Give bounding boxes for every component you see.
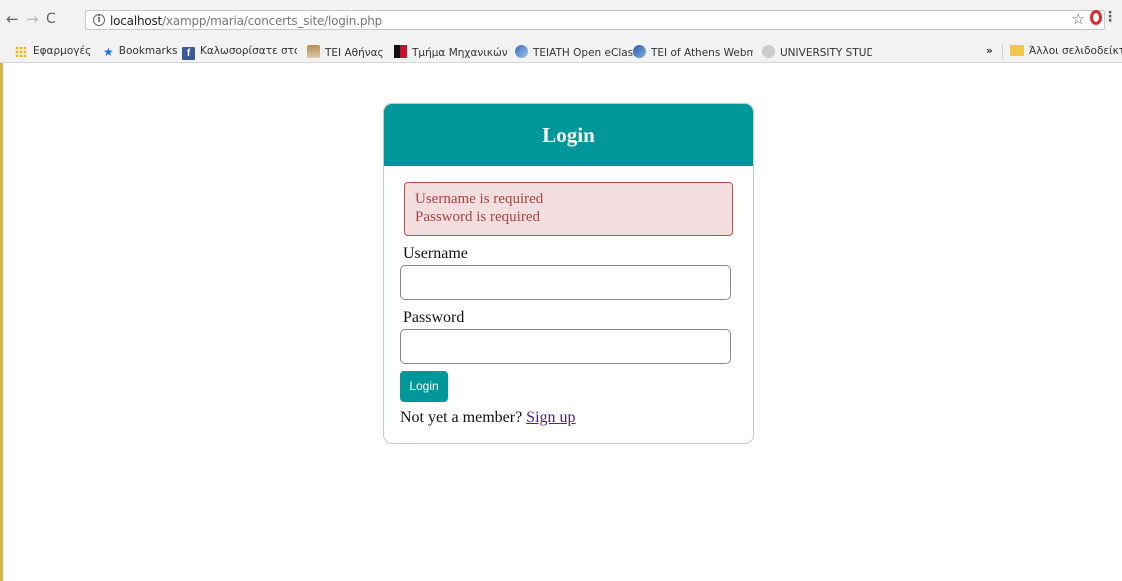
browser-menu-icon[interactable]: ⋮ (1103, 9, 1117, 25)
site-info-icon[interactable]: i (93, 14, 105, 26)
bookmarks-divider (1002, 44, 1003, 59)
bookmark-university[interactable]: UNIVERSITY STUDEN (762, 45, 872, 59)
bookmark-label: Άλλοι σελιδοδείκτες (1029, 45, 1122, 57)
more-bookmarks-chevron-icon[interactable]: » (986, 45, 993, 57)
error-username-required: Username is required (415, 191, 544, 207)
bookmarks-bar: Εφαρμογές ★ Bookmarks f Καλωσορίσατε στο T… (0, 40, 1122, 63)
signup-link[interactable]: Sign up (526, 409, 575, 426)
window-left-edge (0, 63, 3, 581)
facebook-icon: f (182, 47, 195, 60)
error-message-box: Username is required Password is require… (404, 182, 733, 236)
bookmark-apps[interactable]: Εφαρμογές (33, 45, 91, 57)
apps-grid-icon[interactable] (15, 46, 26, 57)
error-password-required: Password is required (415, 209, 540, 225)
university-icon (762, 45, 775, 58)
username-label: Username (403, 245, 468, 262)
signup-prompt: Not yet a member? Sign up (400, 409, 576, 427)
department-flag-icon (394, 45, 407, 58)
login-card: Login Username is required Password is r… (383, 103, 754, 444)
tei-logo-icon (307, 45, 320, 58)
bookmark-star-icon[interactable]: ☆ (1072, 10, 1085, 28)
login-title: Login (542, 123, 595, 147)
member-prompt-text: Not yet a member? (400, 409, 523, 426)
url-host: localhost (110, 14, 163, 28)
bookmark-webmail[interactable]: TEI of Athens Webm (633, 45, 753, 59)
password-input[interactable] (400, 329, 731, 364)
login-header: Login (384, 104, 753, 166)
bookmark-tei-athens[interactable]: TEI Αθήνας (307, 45, 384, 59)
bookmark-facebook[interactable]: f Καλωσορίσατε στο (182, 45, 297, 60)
username-input[interactable] (400, 265, 731, 300)
bookmark-label: UNIVERSITY STUDEN (780, 47, 872, 59)
url-text[interactable]: localhost/xampp/maria/concerts_site/logi… (110, 14, 382, 28)
star-icon: ★ (103, 45, 114, 58)
webmail-icon (633, 45, 646, 58)
bookmark-label: Τμήμα Μηχανικών (412, 47, 507, 59)
password-label: Password (403, 309, 465, 326)
bookmark-department[interactable]: Τμήμα Μηχανικών (394, 45, 507, 59)
bookmark-label: Bookmarks (118, 45, 178, 57)
browser-toolbar: ← → C i localhost/xampp/maria/concerts_s… (0, 0, 1122, 40)
folder-icon (1010, 45, 1024, 56)
bookmark-label: TEI of Athens Webm (651, 47, 753, 59)
eclass-icon (515, 45, 528, 58)
bookmark-eclass[interactable]: TEIATH Open eClass (515, 45, 639, 59)
url-path: /xampp/maria/concerts_site/login.php (162, 14, 383, 28)
back-arrow-icon[interactable]: ← (6, 12, 19, 27)
bookmark-label: Καλωσορίσατε στο (200, 45, 297, 57)
address-bar[interactable]: i localhost/xampp/maria/concerts_site/lo… (85, 10, 1105, 30)
bookmark-label: TEIATH Open eClass (533, 47, 639, 59)
bookmark-other-folder[interactable]: Άλλοι σελιδοδείκτες (1010, 45, 1122, 57)
bookmark-bookmarks[interactable]: ★ Bookmarks (103, 45, 177, 58)
reload-icon[interactable]: C (46, 12, 56, 27)
bookmark-label: TEI Αθήνας (325, 47, 384, 59)
opera-extension-icon[interactable] (1090, 10, 1102, 25)
login-button[interactable]: Login (400, 371, 448, 402)
forward-arrow-icon[interactable]: → (26, 12, 39, 27)
